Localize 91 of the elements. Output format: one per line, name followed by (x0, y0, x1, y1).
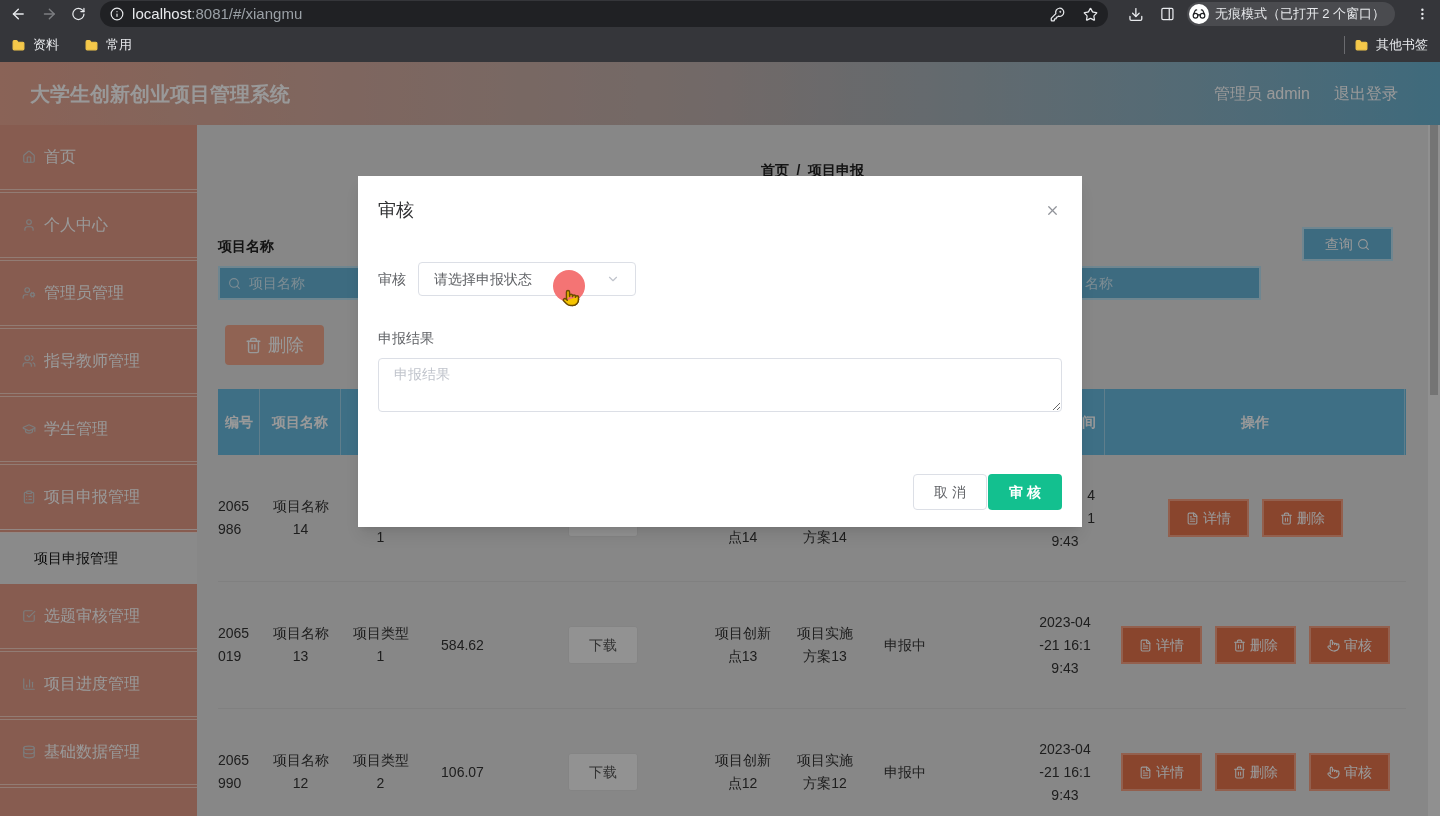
action-button[interactable]: 详情 (1167, 499, 1249, 537)
dialog-title: 审核 (378, 198, 414, 222)
document-icon (1185, 511, 1199, 525)
table-cell-text: 2065 990 (218, 751, 250, 793)
breadcrumb-separator: / (796, 161, 801, 178)
menu-item[interactable]: 项目进度管理 (0, 652, 197, 720)
download-button[interactable]: 下载 (567, 753, 638, 791)
column-header: 编号 (224, 412, 253, 432)
incognito-badge[interactable]: 无痕模式（已打开 2 个窗口） (1186, 2, 1396, 26)
menu-item[interactable]: 指导教师管理 (0, 329, 197, 397)
trash-icon (245, 336, 262, 354)
table-cell-text: 申报中 (884, 762, 926, 782)
cell-text: 1 (1087, 508, 1096, 528)
bookmark-folder[interactable]: 资料 (12, 35, 59, 55)
cancel-button[interactable]: 取 消 (913, 474, 987, 510)
action-button[interactable]: 删除 (1261, 499, 1343, 537)
table-cell-text: 2065 986 (218, 497, 250, 539)
other-bookmarks-folder[interactable]: 其他书签 (1355, 35, 1428, 55)
menu-item[interactable]: 基础数据管理 (0, 720, 197, 788)
column-header: 项目名称 (272, 412, 328, 432)
status-label: 审核 (378, 269, 407, 289)
hand-pointer-icon (562, 288, 580, 308)
action-button[interactable]: 审核 (1308, 753, 1390, 791)
result-field[interactable]: 申报结果 (378, 358, 1062, 412)
table-cell-text: 项目名称 13 (272, 624, 329, 666)
menu-item[interactable]: 首页 (0, 125, 197, 193)
table-cell-text: 项目类型 2 (352, 751, 409, 793)
table-cell-text: 项目名称 12 (272, 751, 329, 793)
key-icon[interactable] (1050, 6, 1066, 22)
delete-button[interactable]: 删除 (225, 325, 324, 365)
logout-link[interactable]: 退出登录 (1334, 81, 1398, 106)
search-label: 项目名称 (218, 237, 275, 256)
trash-icon (1279, 511, 1293, 525)
table-cell-text: 项目创新 点12 (714, 751, 771, 793)
document-icon (1138, 638, 1152, 652)
query-button[interactable]: 查询 (1302, 227, 1393, 261)
search-icon (228, 276, 241, 290)
cell-text: 4 (1087, 485, 1096, 505)
cell-text: 9:43 (1051, 531, 1079, 551)
document-icon (1138, 765, 1152, 779)
table-cell-text: 1 (376, 528, 385, 547)
download-button[interactable]: 下载 (567, 626, 638, 664)
search-icon (1357, 237, 1370, 251)
table-cell-text: 项目实施 方案13 (797, 624, 853, 666)
table-cell-text: 点14 (727, 528, 758, 547)
menu-item[interactable]: 项目申报管理 (0, 465, 197, 533)
table-cell-text: 2023-04 -21 16:1 9:43 (1039, 612, 1091, 678)
menu-item[interactable]: 选题审核管理 (0, 584, 197, 652)
table-cell-text: 项目类型 1 (352, 624, 409, 666)
table-cell-text: 方案14 (803, 528, 847, 547)
scrollbar[interactable] (1428, 125, 1440, 816)
breadcrumb-item: 项目申报 (808, 161, 865, 178)
column-header: 操作 (1240, 412, 1269, 432)
action-button[interactable]: 审核 (1308, 626, 1390, 664)
action-button[interactable]: 详情 (1120, 753, 1202, 791)
confirm-button[interactable]: 审 核 (988, 474, 1062, 510)
table-cell-text: 项目实施 方案12 (797, 751, 853, 793)
trash-icon (1232, 765, 1246, 779)
bookmark-folder[interactable]: 常用 (85, 35, 132, 55)
folder-icon (12, 38, 25, 52)
hand-icon (1326, 765, 1340, 779)
table-cell-text: 项目名称 14 (272, 497, 329, 539)
folder-icon (1355, 38, 1368, 52)
address-bar[interactable]: localhost:8081/#/xiangmu (100, 1, 1109, 27)
table-cell-text: 申报中 (884, 635, 926, 655)
side-panel-icon[interactable] (1159, 6, 1175, 22)
table-cell-text: 2065 019 (218, 624, 250, 666)
action-button[interactable]: 删除 (1214, 626, 1296, 664)
url-text: localhost:8081/#/xiangmu (132, 3, 303, 24)
star-icon[interactable] (1083, 6, 1099, 22)
hand-icon (1326, 638, 1340, 652)
folder-icon (85, 38, 98, 52)
table-cell-text: 项目创新 点13 (714, 624, 771, 666)
user-label: 管理员 admin (1213, 83, 1310, 104)
download-icon[interactable] (1128, 5, 1144, 23)
incognito-label: 无痕模式（已打开 2 个窗口） (1214, 5, 1386, 24)
table-cell-text: 106.07 (441, 762, 484, 782)
column-header: 间 (1082, 412, 1096, 432)
menu-item[interactable]: 个人中心 (0, 193, 197, 261)
table-cell-text: 2023-04 -21 16:1 9:43 (1039, 739, 1091, 805)
menu-item[interactable]: 学生管理 (0, 397, 197, 465)
reload-icon[interactable] (71, 6, 87, 22)
app-title: 大学生创新创业项目管理系统 (30, 81, 290, 107)
result-label: 申报结果 (378, 329, 435, 348)
menu-item[interactable]: 管理员管理 (0, 261, 197, 329)
trash-icon (1232, 638, 1246, 652)
action-button[interactable]: 删除 (1214, 753, 1296, 791)
table-cell-text: 584.62 (441, 635, 484, 655)
action-button[interactable]: 详情 (1120, 626, 1202, 664)
info-icon[interactable] (110, 7, 125, 21)
back-icon[interactable] (10, 5, 27, 23)
